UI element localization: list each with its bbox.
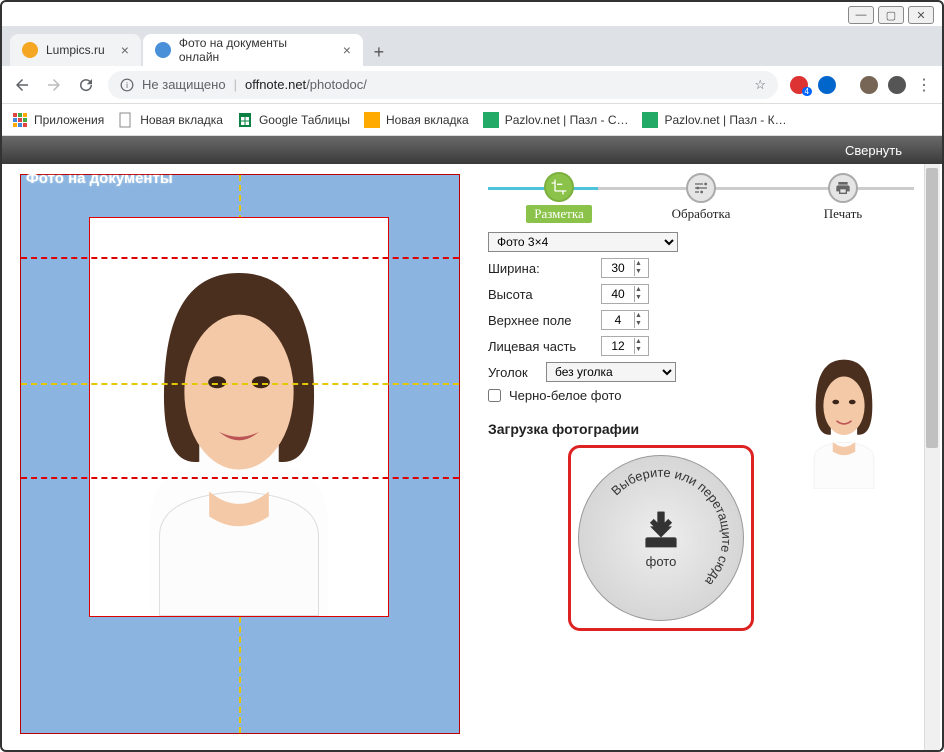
bw-checkbox[interactable] [488,389,501,402]
puzzle-icon [483,112,499,128]
upload-curved-text: Выберите или перетащите сюда [579,456,743,620]
bookmark-favicon [364,112,380,128]
portrait-image [90,218,388,616]
collapse-button[interactable]: Свернуть [845,143,902,158]
window-controls: — ▢ ✕ [848,6,934,24]
main-content: Фото на документы [2,164,942,750]
corner-label: Уголок [488,365,538,380]
arrow-left-icon [13,76,31,94]
wizard-steps: Разметка Обработка Печать [488,172,914,222]
corner-select[interactable]: без уголка [546,362,676,382]
settings-panel: Разметка Обработка Печать Фото 3×4 [480,164,942,750]
tab-favicon [22,42,38,58]
browser-tab-strip: Lumpics.ru × Фото на документы онлайн × … [2,26,942,66]
crop-icon [544,172,574,202]
arrow-right-icon [45,76,63,94]
print-icon [828,173,858,203]
apps-icon [12,112,28,128]
browser-menu-button[interactable]: ⋮ [916,75,932,95]
height-input[interactable]: ▲▼ [601,284,649,304]
svg-text:i: i [126,80,128,89]
photo-editor-canvas: Фото на документы [2,164,480,750]
svg-text:Выберите или перетащите сюда: Выберите или перетащите сюда [608,465,734,590]
window-close-button[interactable]: ✕ [908,6,934,24]
upload-dropzone[interactable]: Выберите или перетащите сюда фото [568,445,754,631]
extension-icon[interactable] [888,76,906,94]
scrollbar-thumb[interactable] [926,168,938,448]
tab-title: Фото на документы онлайн [179,36,327,64]
info-icon: i [120,78,134,92]
height-label: Высота [488,287,593,302]
bw-label: Черно-белое фото [509,388,621,403]
nav-reload-button[interactable] [76,75,96,95]
guide-top-head[interactable] [21,257,460,259]
nav-forward-button[interactable] [44,75,64,95]
window-minimize-button[interactable]: — [848,6,874,24]
photo-canvas[interactable] [20,174,460,734]
guide-chin[interactable] [21,477,460,479]
tab-close-button[interactable]: × [121,42,129,58]
browser-tab[interactable]: Lumpics.ru × [10,34,141,66]
profile-avatar[interactable] [860,76,878,94]
url-field[interactable]: i Не защищено | offnote.net/photodoc/ ☆ [108,71,778,99]
photo-crop-frame[interactable] [89,217,389,617]
top-margin-input[interactable]: ▲▼ [601,310,649,330]
security-label: Не защищено [142,77,226,92]
bookmark-item[interactable]: Новая вкладка [118,112,223,128]
extension-icon[interactable] [818,76,836,94]
new-tab-button[interactable]: + [365,38,393,66]
top-margin-label: Верхнее поле [488,313,593,328]
guide-eyes[interactable] [21,383,460,385]
step-markup[interactable]: Разметка [488,172,630,223]
puzzle-icon [642,112,658,128]
bookmarks-bar: Приложения Новая вкладка Google Таблицы … [2,104,942,136]
browser-tab[interactable]: Фото на документы онлайн × [143,34,363,66]
toolbar-extensions: 4 ⋮ [790,75,932,95]
step-processing[interactable]: Обработка [630,173,772,222]
reload-icon [77,76,95,94]
sheets-icon [237,112,253,128]
sliders-icon [686,173,716,203]
tab-title: Lumpics.ru [46,43,105,57]
window-maximize-button[interactable]: ▢ [878,6,904,24]
width-input[interactable]: ▲▼ [601,258,649,278]
width-label: Ширина: [488,261,593,276]
face-part-label: Лицевая часть [488,339,593,354]
tab-close-button[interactable]: × [343,42,351,58]
step-print[interactable]: Печать [772,173,914,222]
star-icon[interactable]: ☆ [754,77,766,93]
face-part-input[interactable]: ▲▼ [601,336,649,356]
extension-icon[interactable]: 4 [790,76,808,94]
bookmark-item[interactable]: Pazlov.net | Пазл - С… [483,112,629,128]
app-toolbar: Свернуть [2,136,942,164]
photo-preview [784,339,904,489]
bookmark-item[interactable]: Pazlov.net | Пазл - К… [642,112,786,128]
bookmark-item[interactable]: Новая вкладка [364,112,469,128]
page-scrollbar[interactable] [924,164,940,750]
bookmark-item[interactable]: Приложения [12,112,104,128]
upload-circle[interactable]: Выберите или перетащите сюда фото [578,455,744,621]
page-icon [118,112,134,128]
tab-favicon [155,42,171,58]
canvas-title: Фото на документы [26,170,173,187]
format-select[interactable]: Фото 3×4 [488,232,678,252]
bookmark-item[interactable]: Google Таблицы [237,112,350,128]
nav-back-button[interactable] [12,75,32,95]
address-bar: i Не защищено | offnote.net/photodoc/ ☆ … [2,66,942,104]
